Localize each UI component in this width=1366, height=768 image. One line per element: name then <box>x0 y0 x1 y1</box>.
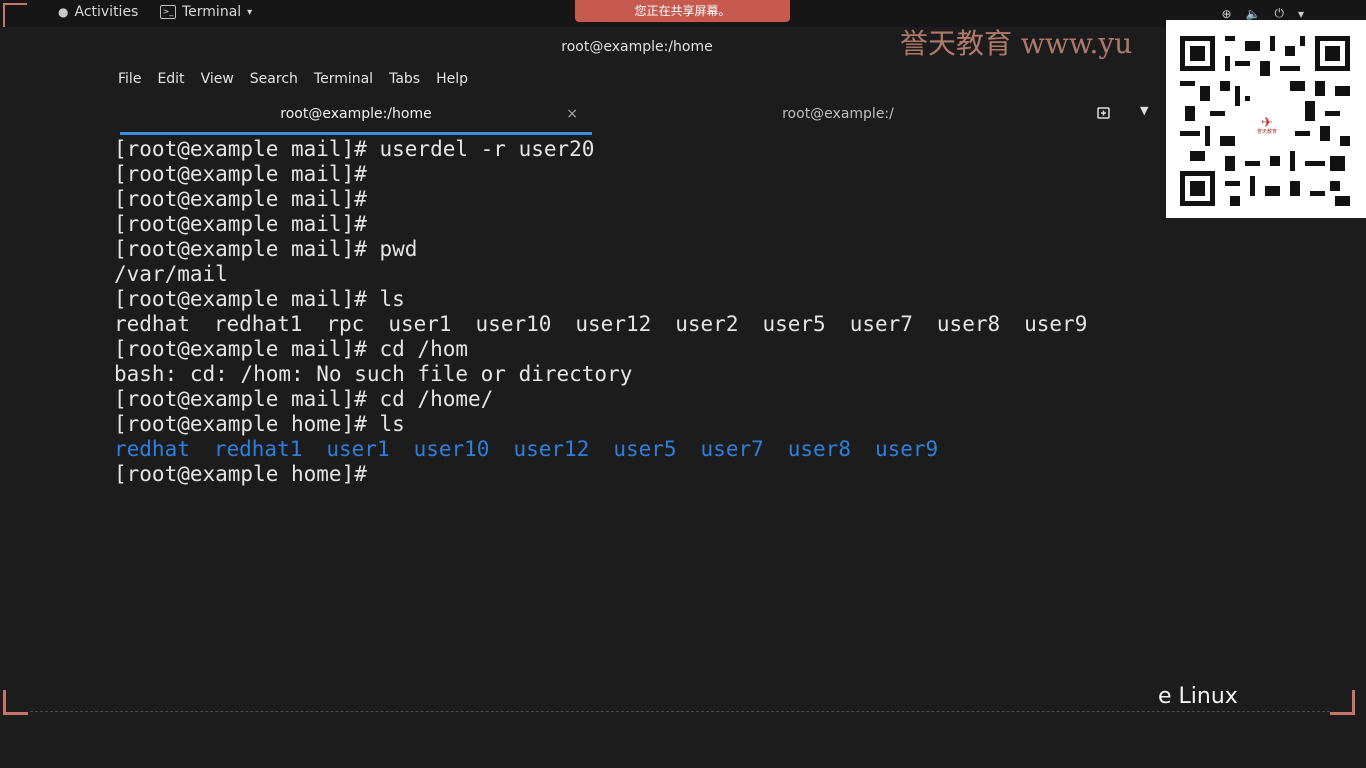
terminal-line: /var/mail <box>114 262 228 286</box>
qr-code: ✈ 誉天教育 <box>1166 20 1366 218</box>
ls-entry: user10 <box>475 312 552 336</box>
qr-logo: ✈ 誉天教育 <box>1250 106 1284 140</box>
ls-entry: user7 <box>849 312 913 336</box>
redhat-icon: ● <box>58 5 69 19</box>
terminal-output[interactable]: [root@example mail]# userdel -r user20 [… <box>114 137 1354 682</box>
menu-view[interactable]: View <box>201 71 246 87</box>
menu-help[interactable]: Help <box>436 71 480 87</box>
ls-directory: user8 <box>787 437 851 461</box>
chevron-down-icon[interactable]: ▼ <box>1140 104 1148 117</box>
ls-directory: redhat1 <box>213 437 303 461</box>
ls-entry: redhat <box>114 312 190 336</box>
ls-output-mail: redhat redhat1 rpc user1 user10 user12 u… <box>114 312 1354 337</box>
power-icon[interactable]: ⏻ <box>1274 6 1284 21</box>
screen-share-banner: 您正在共享屏幕。 <box>575 0 790 22</box>
terminal-line: [root@example home]# ls <box>114 412 405 436</box>
ls-entry: rpc <box>326 312 365 336</box>
new-tab-icon[interactable] <box>1096 105 1112 121</box>
tab-label: root@example:/home <box>280 106 432 122</box>
ls-entry: user5 <box>762 312 826 336</box>
app-menu-terminal[interactable]: >_ Terminal ▾ <box>160 4 252 20</box>
menu-tabs[interactable]: Tabs <box>389 71 432 87</box>
activities-label: Activities <box>74 4 139 20</box>
ls-entry: user2 <box>675 312 739 336</box>
volume-icon[interactable]: 🔈 <box>1246 7 1261 21</box>
activities-button[interactable]: ● Activities <box>58 4 138 20</box>
menu-terminal[interactable]: Terminal <box>314 71 385 87</box>
close-icon[interactable]: × <box>566 100 578 128</box>
ls-entry: user9 <box>1024 312 1088 336</box>
ls-directory: user12 <box>513 437 590 461</box>
ls-directory: redhat <box>114 437 190 461</box>
network-icon[interactable]: ⊕ <box>1221 7 1231 21</box>
menu-bar: File Edit View Search Terminal Tabs Help <box>118 71 484 87</box>
menu-search[interactable]: Search <box>250 71 310 87</box>
terminal-prompt[interactable]: [root@example home]# <box>114 462 1354 487</box>
ls-directory: user5 <box>613 437 677 461</box>
ls-entry: user12 <box>575 312 652 336</box>
app-menu-label: Terminal <box>182 4 242 20</box>
tab-root[interactable]: root@example:/ <box>592 100 1084 132</box>
terminal-line: bash: cd: /hom: No such file or director… <box>114 362 633 386</box>
corner-mark <box>3 690 28 715</box>
ls-directory: user7 <box>700 437 764 461</box>
tab-label: root@example:/ <box>782 106 894 122</box>
tab-root-home[interactable]: root@example:/home × <box>120 100 592 135</box>
qr-logo-label: 誉天教育 <box>1256 129 1277 135</box>
ls-directory: user10 <box>413 437 490 461</box>
terminal-line: [root@example mail]# cd /home/ <box>114 387 494 411</box>
divider <box>30 711 1330 712</box>
ls-output-home: redhat redhat1 user1 user10 user12 user5… <box>114 437 1354 462</box>
chevron-down-icon[interactable]: ▾ <box>1298 7 1304 21</box>
system-tray[interactable]: ⊕ 🔈 ⏻ ▾ <box>1221 6 1304 21</box>
menu-file[interactable]: File <box>118 71 153 87</box>
menu-edit[interactable]: Edit <box>157 71 196 87</box>
ls-entry: redhat1 <box>213 312 303 336</box>
ls-entry: user8 <box>936 312 1001 336</box>
ls-directory: user9 <box>874 437 939 461</box>
corner-mark <box>3 3 27 27</box>
chevron-down-icon: ▾ <box>247 6 253 18</box>
watermark-text: 誉天教育 www.yu <box>900 27 1133 60</box>
terminal-icon: >_ <box>160 5 176 19</box>
terminal-line: [root@example mail]# ls <box>114 287 405 311</box>
ls-entry: user1 <box>388 312 452 336</box>
linux-brand-text: e Linux <box>1158 684 1238 709</box>
terminal-line: [root@example mail]# cd /hom <box>114 337 469 361</box>
ls-directory: user1 <box>326 437 390 461</box>
terminal-line: [root@example mail]# pwd <box>114 237 418 261</box>
corner-mark <box>1330 690 1355 715</box>
tab-bar: root@example:/home × root@example:/ ▼ <box>120 100 1160 135</box>
